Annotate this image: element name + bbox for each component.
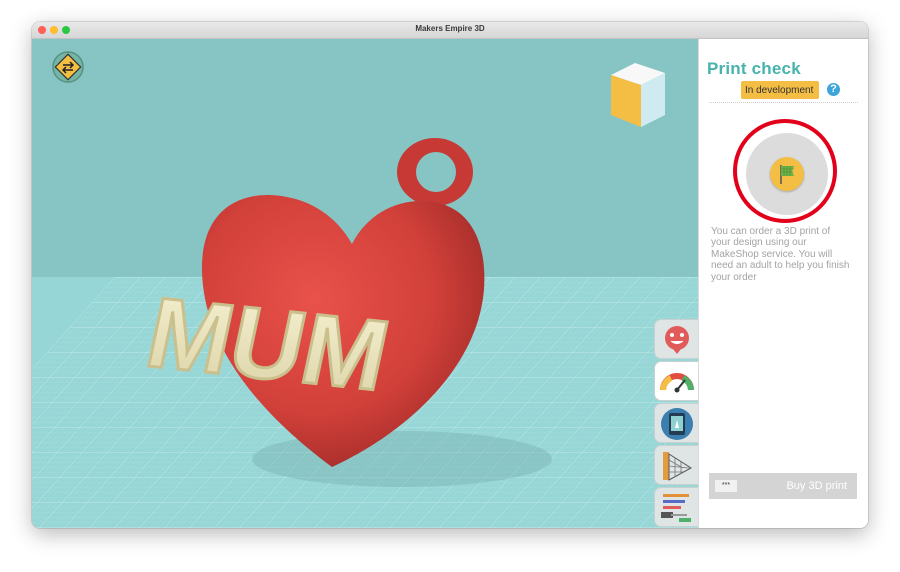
panel-description: You can order a 3D print of your design … — [711, 226, 850, 283]
view-cube[interactable] — [607, 59, 669, 129]
app-window: Makers Empire 3D MUM Print check In deve… — [32, 22, 868, 528]
print-check-indicator[interactable] — [746, 133, 828, 215]
cube-icon — [611, 63, 665, 127]
keyring-loop[interactable] — [397, 138, 473, 206]
status-badge: In development — [741, 81, 820, 99]
face-icon — [665, 326, 689, 354]
tool-tablet[interactable] — [654, 403, 698, 443]
back-arrows-icon — [52, 51, 84, 83]
tool-toolbox[interactable] — [654, 487, 698, 527]
title-bar: Makers Empire 3D — [32, 22, 868, 39]
3d-viewport[interactable]: MUM — [32, 39, 698, 528]
tool-print-check[interactable] — [654, 361, 698, 401]
gauge-icon — [660, 373, 694, 393]
tablet-icon — [661, 408, 693, 440]
print-check-panel: Print check In development ? You can ord… — [698, 39, 868, 528]
panel-title: Print check — [707, 59, 801, 78]
coins-icon: *** — [715, 480, 737, 492]
flag-icon — [780, 165, 794, 184]
tools-icon — [661, 494, 691, 522]
model-shadow — [252, 431, 552, 487]
buy-button-label: Buy 3D print — [786, 480, 847, 492]
divider — [709, 102, 858, 103]
buy-3d-print-button[interactable]: *** Buy 3D print — [709, 473, 857, 499]
status-badge-label: In development — [745, 84, 814, 96]
check-badge — [770, 157, 804, 191]
window-title: Makers Empire 3D — [415, 24, 485, 33]
help-icon[interactable]: ? — [825, 81, 842, 98]
grid-ruler-icon — [663, 452, 692, 481]
scene-canvas: MUM — [32, 138, 698, 528]
tool-measure[interactable] — [654, 445, 698, 485]
tool-face[interactable] — [654, 319, 698, 359]
tool-strip — [654, 319, 698, 528]
back-button[interactable] — [52, 51, 84, 83]
